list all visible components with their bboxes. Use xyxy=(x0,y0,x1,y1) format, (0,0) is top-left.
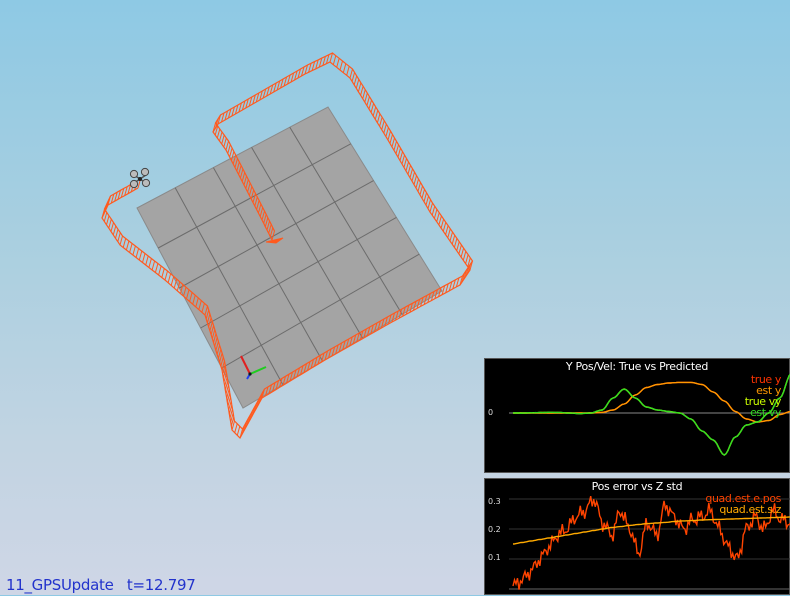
legend-est-vy: est vy xyxy=(750,406,781,419)
quadrotor-icon[interactable] xyxy=(129,167,151,189)
scenario-name: 11_GPSUpdate xyxy=(6,576,114,594)
legend-z-std: quad.est.s.z xyxy=(719,503,781,516)
plot-pos-error-vs-z-std[interactable]: Pos error vs Z std 0.3 0.2 0.1 quad.est.… xyxy=(484,478,790,595)
plot-legend: quad.est.e.pos quad.est.s.z xyxy=(705,493,781,515)
z-std-line xyxy=(512,516,790,545)
y-tick-label: 0.2 xyxy=(488,525,501,534)
plot-legend: true y est y true vy est vy xyxy=(745,374,782,419)
plot-title: Y Pos/Vel: True vs Predicted xyxy=(565,360,709,373)
sim-time: t=12.797 xyxy=(126,576,196,594)
y-tick-label: 0.3 xyxy=(488,497,501,506)
y-tick-label: 0 xyxy=(488,408,494,417)
plot-y-pos-vel[interactable]: Y Pos/Vel: True vs Predicted 0 true y es… xyxy=(484,358,790,473)
status-bar: 11_GPSUpdate t=12.797 xyxy=(6,576,196,594)
y-tick-label: 0.1 xyxy=(488,553,501,562)
